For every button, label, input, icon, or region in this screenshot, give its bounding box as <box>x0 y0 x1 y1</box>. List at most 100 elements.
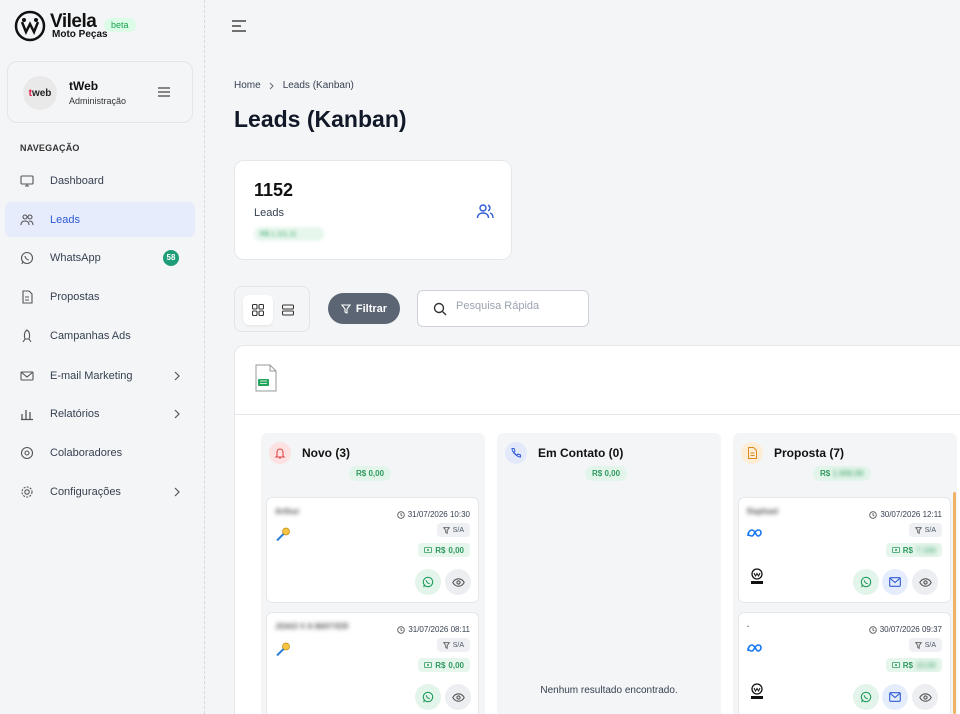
view-toggle <box>234 286 310 332</box>
lead-name: Raphael <box>747 507 779 516</box>
lead-date: 30/07/2026 09:37 <box>868 625 942 634</box>
sidebar-item-label: Configurações <box>50 485 121 498</box>
sidebar-item-relatorios[interactable]: Relatórios <box>5 396 195 431</box>
whatsapp-icon <box>860 576 872 588</box>
mail-icon <box>889 577 901 587</box>
view-button[interactable] <box>912 684 938 710</box>
leads-stat-card: 1152 Leads R$ 1.111,11 <box>234 160 512 260</box>
lead-tag-text: S/A <box>924 526 936 534</box>
search-icon <box>433 302 447 316</box>
whatsapp-icon <box>20 251 34 264</box>
lead-value: R$ 7.100 <box>885 543 942 557</box>
list-view-button[interactable] <box>273 295 303 325</box>
users-icon <box>476 204 494 219</box>
whatsapp-icon <box>422 691 434 703</box>
lead-date-text: 30/07/2026 12:11 <box>880 510 942 519</box>
lead-card[interactable]: Arthur 31/07/2026 10:30 S/A R$ 0,00 <box>266 497 479 603</box>
lead-value-prefix: R$ <box>902 660 913 670</box>
sidebar-item-label: Relatórios <box>50 407 100 420</box>
lead-tag: S/A <box>908 523 942 537</box>
column-total-prefix: R$ <box>820 469 831 478</box>
sidebar-item-whatsapp[interactable]: WhatsApp 58 <box>5 240 195 275</box>
sidebar-item-dashboard[interactable]: Dashboard <box>5 163 195 198</box>
target-icon <box>20 446 34 459</box>
sidebar-item-label: Dashboard <box>50 174 104 187</box>
view-button[interactable] <box>445 569 471 595</box>
whatsapp-button[interactable] <box>415 569 441 595</box>
column-total-amount: 1.000,00 <box>832 469 864 478</box>
email-button[interactable] <box>882 684 908 710</box>
helmet-logo-icon <box>14 10 46 42</box>
kanban-view-button[interactable] <box>243 295 273 325</box>
lead-value-prefix: R$ <box>435 545 446 555</box>
filter-icon <box>914 526 922 534</box>
sidebar-item-label: WhatsApp <box>50 251 101 264</box>
breadcrumb-home[interactable]: Home <box>234 80 261 91</box>
whatsapp-icon <box>422 576 434 588</box>
column-title: Proposta (7) <box>774 446 845 460</box>
document-icon <box>747 447 757 459</box>
email-button[interactable] <box>882 569 908 595</box>
eye-icon <box>918 692 932 702</box>
brand-sub: Moto Peças <box>52 29 108 40</box>
search-input[interactable] <box>456 300 584 312</box>
column-title: Em Contato (0) <box>538 446 624 460</box>
gear-icon <box>21 485 33 498</box>
lead-value: R$ 0,00 <box>418 658 470 672</box>
sidebar-item-configuracoes[interactable]: Configurações <box>5 474 195 509</box>
key-icon <box>276 527 290 541</box>
chevron-right-icon <box>174 409 180 418</box>
lead-value-amount: 0,00 <box>448 660 464 670</box>
column-icon <box>269 442 291 464</box>
lead-tag: S/A <box>436 523 470 537</box>
sidebar-item-propostas[interactable]: Propostas <box>5 279 195 314</box>
money-icon <box>424 662 433 668</box>
whatsapp-button[interactable] <box>853 684 879 710</box>
lead-card[interactable]: JOAO V A MAYYER 31/07/2026 08:11 S/A R$ … <box>266 612 479 714</box>
sidebar-item-label: Campanhas Ads <box>50 329 131 342</box>
hamburger-menu-icon[interactable] <box>232 20 246 32</box>
beta-badge: beta <box>104 18 136 32</box>
lead-date: 31/07/2026 10:30 <box>396 510 470 519</box>
lead-value: R$ 10,00 <box>885 658 942 672</box>
monitor-icon <box>20 174 34 187</box>
whatsapp-icon <box>860 691 872 703</box>
lead-value-amount: 7.100 <box>915 545 936 555</box>
column-icon <box>741 442 763 464</box>
quick-search <box>417 290 589 327</box>
grid-icon <box>252 304 264 316</box>
lead-value-prefix: R$ <box>902 545 913 555</box>
column-scrollbar[interactable] <box>953 492 956 714</box>
divider <box>235 414 960 415</box>
sidebar-item-campanhas-ads[interactable]: Campanhas Ads <box>5 318 195 353</box>
user-card: t web tWeb Administração <box>7 61 193 123</box>
menu-icon[interactable] <box>158 87 170 97</box>
lead-value-amount: 0,00 <box>448 545 464 555</box>
mail-icon <box>889 692 901 702</box>
rows-icon <box>282 304 294 316</box>
whatsapp-button[interactable] <box>853 569 879 595</box>
brand-logo[interactable]: Vilela Moto Peças <box>14 10 108 42</box>
document-icon <box>22 289 33 304</box>
sidebar-item-leads[interactable]: Leads <box>5 202 195 237</box>
chevron-right-icon <box>174 487 180 496</box>
lead-tag-text: S/A <box>924 641 936 649</box>
mail-icon <box>20 370 34 381</box>
lead-card[interactable]: Raphael 30/07/2026 12:11 S/A R$ 7.100 <box>738 497 951 603</box>
clock-icon <box>869 510 878 519</box>
sidebar-item-email-marketing[interactable]: E-mail Marketing <box>5 358 195 393</box>
view-button[interactable] <box>445 684 471 710</box>
breadcrumb: Home Leads (Kanban) <box>234 80 354 91</box>
xls-file-icon[interactable] <box>255 364 277 392</box>
filter-icon <box>442 526 450 534</box>
sidebar-item-label: E-mail Marketing <box>50 369 133 382</box>
filter-button[interactable]: Filtrar <box>328 293 400 324</box>
sidebar-item-colaboradores[interactable]: Colaboradores <box>5 435 195 470</box>
lead-tag-text: S/A <box>452 641 464 649</box>
view-button[interactable] <box>912 569 938 595</box>
eye-icon <box>918 577 932 587</box>
whatsapp-button[interactable] <box>415 684 441 710</box>
lead-card[interactable]: · 30/07/2026 09:37 S/A R$ 10,00 <box>738 612 951 714</box>
bell-icon <box>274 448 286 459</box>
lead-date: 31/07/2026 08:11 <box>397 625 470 634</box>
